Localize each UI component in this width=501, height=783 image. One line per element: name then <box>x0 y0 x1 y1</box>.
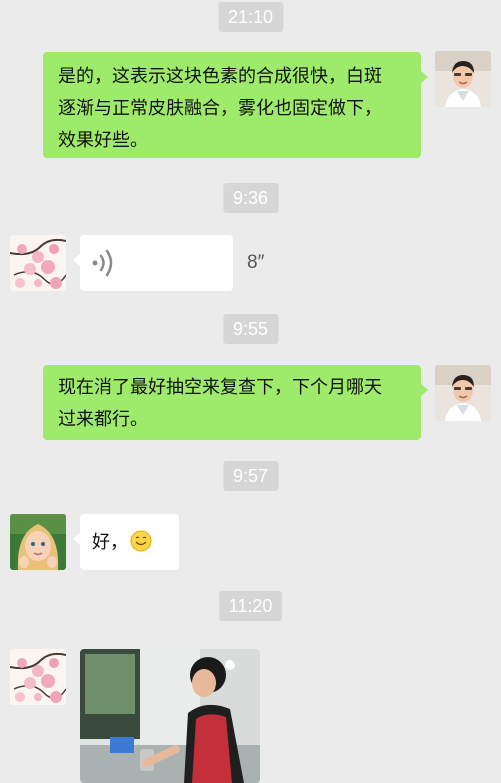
message-line: 逐渐与正常皮肤融合，雾化也固定做下， <box>58 98 382 118</box>
message-line: 效果好些。 <box>58 130 148 150</box>
flower-avatar[interactable] <box>10 235 66 291</box>
smile-emoji-icon <box>130 530 152 552</box>
timestamp: 11:20 <box>218 591 283 621</box>
timestamp: 9:57 <box>222 461 279 491</box>
timestamp: 9:55 <box>222 314 279 344</box>
child-avatar[interactable] <box>10 514 66 570</box>
sent-message-bubble[interactable]: 是的，这表示这块色素的合成很快，白斑 逐渐与正常皮肤融合，雾化也固定做下， 效果… <box>43 52 428 158</box>
sent-message-bubble[interactable]: 现在消了最好抽空来复查下，下个月哪天 过来都行。 <box>43 365 428 440</box>
voice-wave-icon <box>92 249 113 277</box>
voice-message-bubble[interactable] <box>73 235 233 291</box>
message-line: 是的，这表示这块色素的合成很快，白斑 <box>58 66 382 86</box>
timestamp: 9:36 <box>222 183 279 213</box>
message-line: 现在消了最好抽空来复查下，下个月哪天 <box>58 377 382 397</box>
doctor-avatar[interactable] <box>435 365 491 421</box>
chat-window: 21:10 是的，这表示这块色素的合成很快，白斑 逐渐与正常皮肤融合，雾化也固定… <box>0 0 501 783</box>
timestamp: 21:10 <box>217 2 284 32</box>
doctor-avatar[interactable] <box>435 51 491 107</box>
flower-avatar[interactable] <box>10 649 66 705</box>
image-message[interactable] <box>80 649 260 783</box>
message-line: 过来都行。 <box>58 409 148 429</box>
voice-duration: 8″ <box>247 252 265 273</box>
received-message-bubble[interactable]: 好， <box>73 514 179 570</box>
message-text: 好， <box>92 532 128 552</box>
